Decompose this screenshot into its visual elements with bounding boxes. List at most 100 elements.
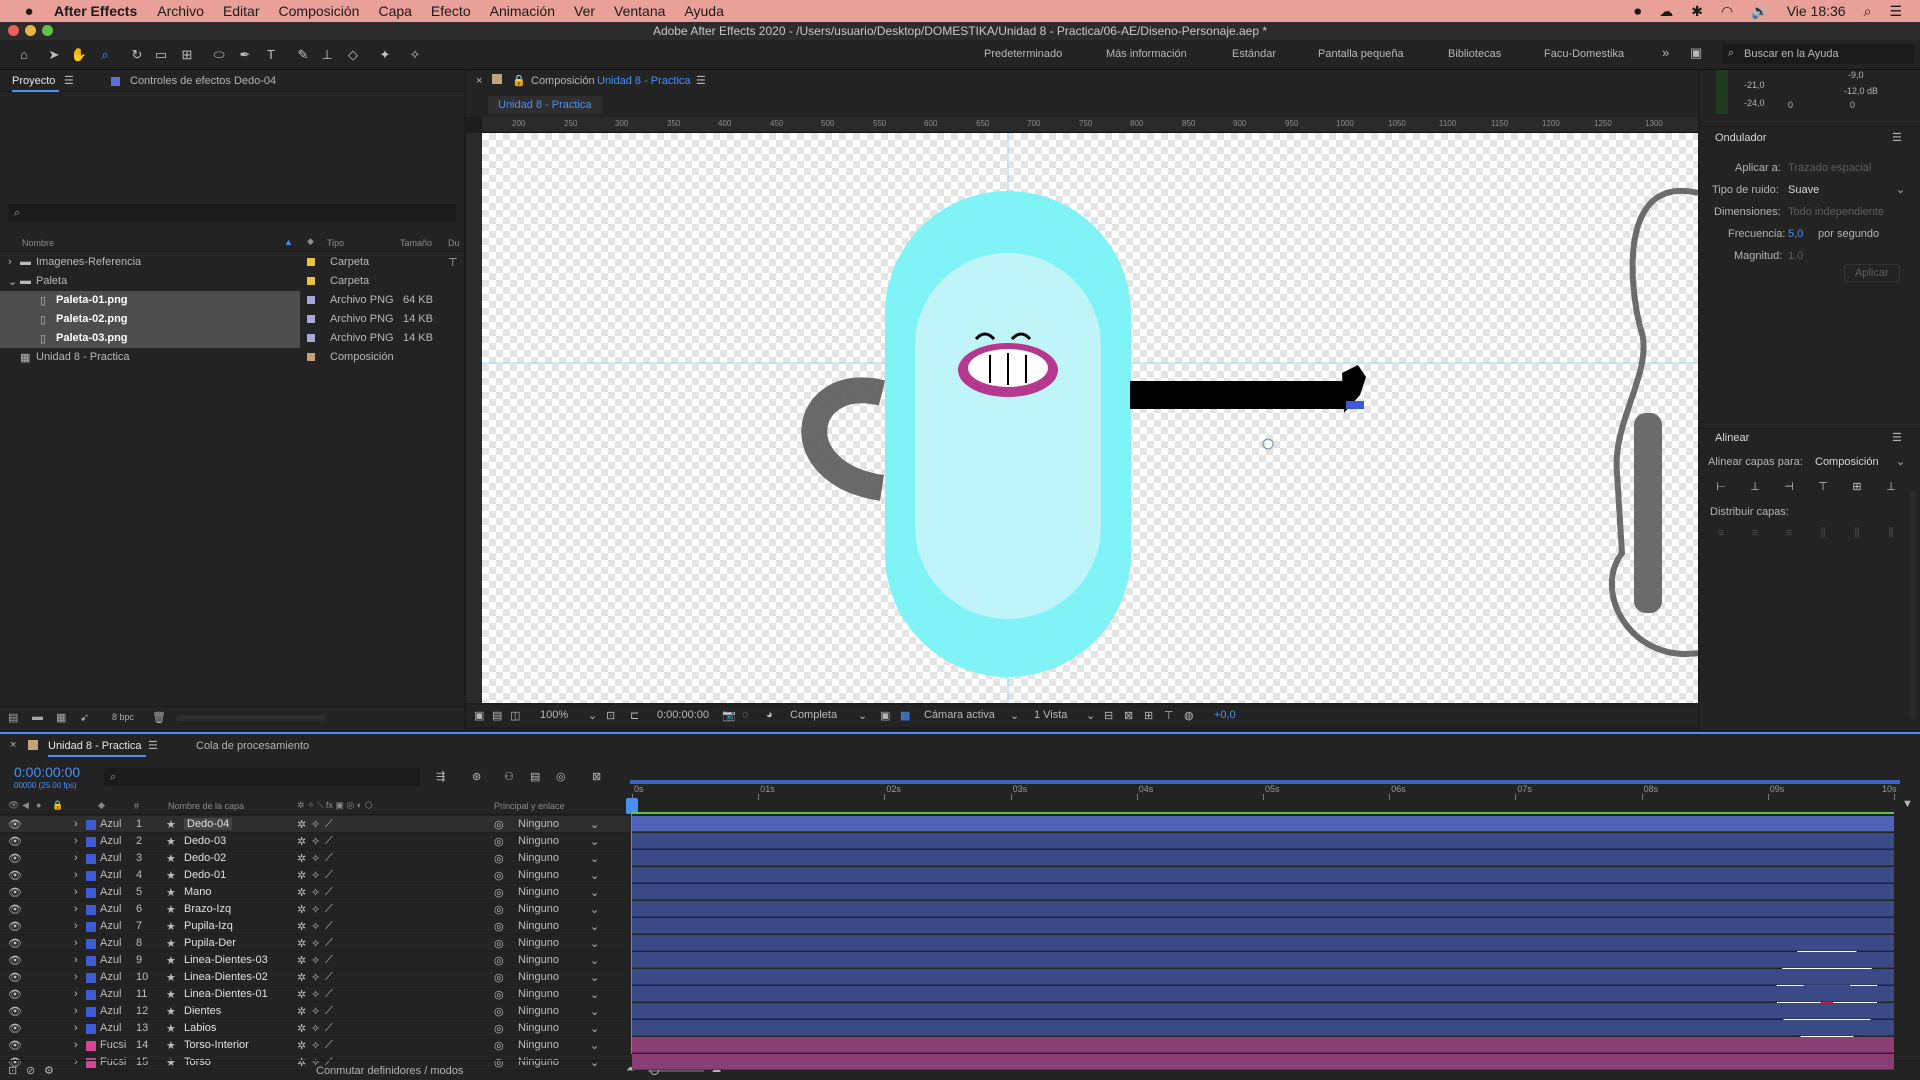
align-left-icon[interactable]: ⊢ xyxy=(1714,480,1728,494)
quality-switch-icon[interactable]: ⟋ xyxy=(325,1005,333,1018)
comp-flowchart-icon[interactable]: ⇶ xyxy=(436,770,445,783)
distribute-right-icon[interactable]: ⫼ xyxy=(1884,526,1898,540)
layer-row[interactable]: 👁 › Fucsi 14 ★ Torso-Interior ✲ ✧ ⟋ ◎ Ninguno ⌄ xyxy=(0,1037,630,1054)
collapse-switch-icon[interactable]: ✧ xyxy=(311,971,320,984)
menu-capa[interactable]: Capa xyxy=(378,3,411,19)
col-name[interactable]: Nombre xyxy=(22,238,54,248)
tab-render-queue[interactable]: Cola de procesamiento xyxy=(196,740,309,752)
col-type[interactable]: Tipo xyxy=(327,238,344,248)
expand-arrow-icon[interactable]: › xyxy=(74,1039,78,1051)
shy-switch-icon[interactable]: ✲ xyxy=(297,869,306,882)
layer-label-name[interactable]: Azul xyxy=(100,852,121,864)
close-timeline-icon[interactable]: × xyxy=(10,739,16,751)
close-panel-icon[interactable]: × xyxy=(476,75,482,87)
resolution-dropdown-icon[interactable]: ⌄ xyxy=(858,709,867,722)
layer-label-swatch[interactable] xyxy=(86,939,96,949)
exposure-value[interactable]: +0,0 xyxy=(1214,709,1236,721)
eye-icon[interactable]: 👁 xyxy=(8,937,22,950)
noise-type-select[interactable]: Suave xyxy=(1788,184,1819,196)
layer-label-swatch[interactable] xyxy=(86,837,96,847)
parent-dropdown-icon[interactable]: ⌄ xyxy=(590,869,599,882)
expand-arrow-icon[interactable]: › xyxy=(74,988,78,1000)
parent-select[interactable]: Ninguno xyxy=(518,954,559,966)
parent-select[interactable]: Ninguno xyxy=(518,988,559,1000)
expand-arrow-icon[interactable]: › xyxy=(74,818,78,830)
label-swatch[interactable] xyxy=(307,296,315,304)
layer-label-swatch[interactable] xyxy=(86,990,96,1000)
fast-preview-icon[interactable]: ▣ xyxy=(880,709,890,722)
shy-switch-icon[interactable]: ✲ xyxy=(297,1022,306,1035)
pick-whip-icon[interactable]: ◎ xyxy=(494,971,504,984)
quality-switch-icon[interactable]: ⟋ xyxy=(325,920,333,933)
volume-icon[interactable]: 🔊 xyxy=(1751,3,1768,20)
snapshot-toggle-icon[interactable]: ▣ xyxy=(474,709,484,722)
layer-row[interactable]: 👁 › Azul 3 ★ Dedo-02 ✲ ✧ ⟋ ◎ Ninguno ⌄ xyxy=(0,850,630,867)
preview-icon[interactable]: ▤ xyxy=(492,709,502,722)
expand-arrow-icon[interactable]: › xyxy=(74,835,78,847)
layer-name[interactable]: Dedo-03 xyxy=(184,835,226,847)
hand-tool-icon[interactable]: ✋ xyxy=(70,46,88,64)
parent-dropdown-icon[interactable]: ⌄ xyxy=(590,1022,599,1035)
snapshot-camera-icon[interactable]: 📷 xyxy=(722,709,736,722)
parent-select[interactable]: Ninguno xyxy=(518,835,559,847)
layer-name[interactable]: Mano xyxy=(184,886,212,898)
eye-icon[interactable]: 👁 xyxy=(8,852,22,865)
spotlight-icon[interactable]: ⌕ xyxy=(1864,3,1872,20)
collapse-switch-icon[interactable]: ✧ xyxy=(311,886,320,899)
collapse-switch-icon[interactable]: ✧ xyxy=(311,818,320,831)
expand-arrow-icon[interactable]: › xyxy=(74,971,78,983)
frame-blending-icon[interactable]: ▤ xyxy=(530,770,540,783)
apply-button[interactable]: Aplicar xyxy=(1844,264,1900,282)
collapse-switch-icon[interactable]: ✧ xyxy=(311,869,320,882)
pick-whip-icon[interactable]: ◎ xyxy=(494,886,504,899)
layer-label-swatch[interactable] xyxy=(86,888,96,898)
composition-viewer[interactable] xyxy=(482,133,1698,703)
col-layer-name[interactable]: Nombre de la capa xyxy=(168,801,244,811)
layer-row[interactable]: 👁 › Azul 10 ★ Linea-Dientes-02 ✲ ✧ ⟋ ◎ Ninguno ⌄ xyxy=(0,969,630,986)
toggle-switches-modes-button[interactable]: Conmutar definidores / modos xyxy=(316,1065,463,1077)
new-composition-icon[interactable]: ▦ xyxy=(56,711,66,724)
selection-tool-icon[interactable]: ➤ xyxy=(45,46,63,64)
minimize-window-button[interactable] xyxy=(25,25,36,36)
parent-select[interactable]: Ninguno xyxy=(518,920,559,932)
switches-icons[interactable]: ✲ ✧ ⟍ fx ▣ ◎ ◐ ⬡ xyxy=(297,800,373,811)
layout-icon[interactable]: ⊤ xyxy=(1164,709,1174,722)
layer-row[interactable]: 👁 › Azul 6 ★ Brazo-Izq ✲ ✧ ⟋ ◎ Ninguno ⌄ xyxy=(0,901,630,918)
layer-label-name[interactable]: Azul xyxy=(100,988,121,1000)
rotation-tool-icon[interactable]: ↻ xyxy=(128,46,146,64)
expand-arrow-icon[interactable]: › xyxy=(74,937,78,949)
layer-name[interactable]: Linea-Dientes-01 xyxy=(184,988,268,1000)
layer-name[interactable]: Pupila-Der xyxy=(184,937,236,949)
label-swatch[interactable] xyxy=(307,315,315,323)
parent-dropdown-icon[interactable]: ⌄ xyxy=(590,903,599,916)
parent-select[interactable]: Ninguno xyxy=(518,1022,559,1034)
parent-dropdown-icon[interactable]: ⌄ xyxy=(590,886,599,899)
collapse-switch-icon[interactable]: ✧ xyxy=(311,1022,320,1035)
apply-to-select[interactable]: Trazado espacial xyxy=(1788,162,1871,174)
align-to-dropdown-icon[interactable]: ⌄ xyxy=(1896,455,1905,468)
ellipse-tool-icon[interactable]: ⬭ xyxy=(210,46,228,64)
parent-select[interactable]: Ninguno xyxy=(518,937,559,949)
draft-3d-icon[interactable]: ⊛ xyxy=(472,770,481,783)
creative-cloud-icon[interactable]: ☁ xyxy=(1659,3,1673,20)
parent-dropdown-icon[interactable]: ⌄ xyxy=(590,920,599,933)
layer-duration-bar[interactable] xyxy=(632,935,1894,951)
menu-ver[interactable]: Ver xyxy=(574,3,595,19)
lock-icon[interactable]: 🔒 xyxy=(512,74,526,87)
menu-efecto[interactable]: Efecto xyxy=(431,3,471,19)
expand-arrow-icon[interactable]: › xyxy=(74,920,78,932)
pick-whip-icon[interactable]: ◎ xyxy=(494,835,504,848)
zoom-dropdown-icon[interactable]: ⌄ xyxy=(588,709,597,722)
col-size[interactable]: Tamaño xyxy=(400,238,432,248)
workspace-estandar[interactable]: Estándar xyxy=(1232,48,1276,60)
layer-duration-bar[interactable] xyxy=(632,867,1894,883)
expand-arrow-icon[interactable]: › xyxy=(74,1005,78,1017)
quality-switch-icon[interactable]: ⟋ xyxy=(325,988,333,1001)
pick-whip-icon[interactable]: ◎ xyxy=(494,818,504,831)
layer-label-name[interactable]: Azul xyxy=(100,937,121,949)
tab-proyecto[interactable]: Proyecto xyxy=(12,75,60,92)
text-tool-icon[interactable]: T xyxy=(262,46,280,64)
layer-name[interactable]: Pupila-Izq xyxy=(184,920,233,932)
shy-switch-icon[interactable]: ✲ xyxy=(297,818,306,831)
wiggler-menu-icon[interactable]: ☰ xyxy=(1892,131,1902,144)
